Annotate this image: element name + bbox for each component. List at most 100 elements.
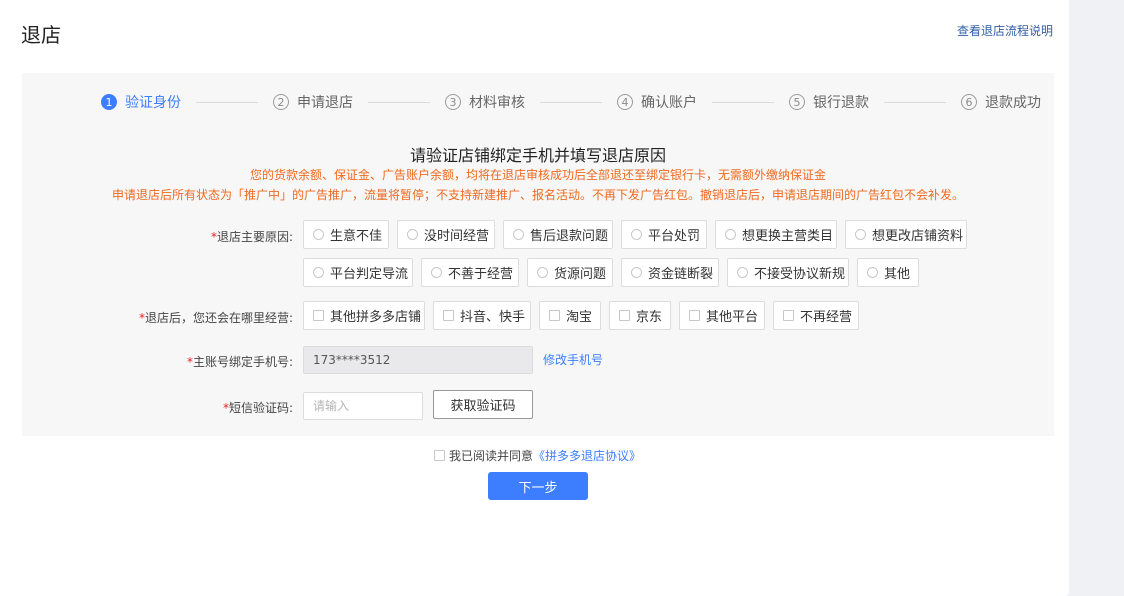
reason-option-supply-issue[interactable]: 货源问题: [527, 258, 613, 287]
step-number-badge: 3: [445, 94, 461, 110]
step-number-badge: 2: [273, 94, 289, 110]
option-label: 淘宝: [566, 310, 593, 325]
reason-label-text: 退店主要原因:: [216, 230, 293, 244]
step-label: 银行退款: [813, 95, 869, 111]
option-label: 售后退款问题: [530, 229, 609, 244]
option-label: 想更换主营类目: [742, 229, 834, 244]
step-refund-success: 6 退款成功: [961, 92, 1041, 112]
radio-icon: [855, 229, 866, 240]
phone-label-text: 主账号绑定手机号:: [192, 355, 293, 369]
radio-icon: [313, 267, 324, 278]
reason-option-no-time[interactable]: 没时间经营: [397, 220, 495, 249]
sms-code-label: *短信验证码:: [223, 399, 293, 416]
step-number-badge: 1: [101, 94, 117, 110]
reason-label: *退店主要原因:: [211, 228, 293, 245]
step-verify-identity: 1 验证身份: [101, 92, 181, 112]
radio-icon: [313, 229, 324, 240]
step-material-review: 3 材料审核: [445, 92, 525, 112]
radio-icon: [431, 267, 442, 278]
radio-icon: [725, 229, 736, 240]
checkbox-icon: [619, 310, 630, 321]
step-confirm-account: 4 确认账户: [617, 92, 697, 112]
option-label: 没时间经营: [424, 229, 490, 244]
step-connector: [540, 101, 602, 103]
refund-notice: 您的货款余额、保证金、广告账户余额，均将在退店审核成功后全部退还至绑定银行卡，无…: [249, 168, 826, 182]
process-help-link[interactable]: 查看退店流程说明: [957, 22, 1053, 39]
form-panel: 1 验证身份 2 申请退店 3 材料审核 4 确认账户 5 银行退款 6 退款成…: [22, 73, 1054, 436]
progress-steps: 1 验证身份 2 申请退店 3 材料审核 4 确认账户 5 银行退款 6 退款成…: [101, 93, 1041, 111]
reason-option-platform-penalty[interactable]: 平台处罚: [621, 220, 707, 249]
bound-phone-display: 173****3512: [303, 346, 533, 374]
future-platform-label: *退店后，您还会在哪里经营:: [139, 309, 293, 326]
step-label: 确认账户: [641, 95, 697, 111]
radio-icon: [631, 267, 642, 278]
radio-icon: [737, 267, 748, 278]
option-label: 京东: [636, 310, 663, 325]
radio-icon: [537, 267, 548, 278]
reason-option-not-good-at-business[interactable]: 不善于经营: [421, 258, 519, 287]
form-title: 请验证店铺绑定手机并填写退店原因: [409, 146, 666, 165]
reason-option-bad-business[interactable]: 生意不佳: [303, 220, 389, 249]
step-connector: [368, 101, 430, 103]
reason-option-reject-new-rules[interactable]: 不接受协议新规: [727, 258, 849, 287]
protocol-link[interactable]: 《拼多多退店协议》: [533, 447, 641, 464]
option-label: 不再经营: [800, 310, 853, 325]
modify-phone-link[interactable]: 修改手机号: [543, 351, 603, 368]
option-label: 不善于经营: [448, 267, 514, 282]
reason-option-change-store-info[interactable]: 想更改店铺资料: [845, 220, 967, 249]
future-option-taobao[interactable]: 淘宝: [539, 301, 601, 330]
step-connector: [712, 101, 774, 103]
reason-option-other[interactable]: 其他: [857, 258, 919, 287]
radio-icon: [631, 229, 642, 240]
option-label: 其他: [884, 267, 911, 282]
checkbox-icon: [443, 310, 454, 321]
future-option-douyin-kuaishou[interactable]: 抖音、快手: [433, 301, 531, 330]
step-number-badge: 6: [961, 94, 977, 110]
step-bank-refund: 5 银行退款: [789, 92, 869, 112]
option-label: 其他拼多多店铺: [330, 310, 422, 325]
step-connector: [196, 101, 258, 103]
option-label: 资金链断裂: [648, 267, 714, 282]
agreement-row: 我已阅读并同意 《拼多多退店协议》: [434, 447, 641, 464]
reason-option-change-category[interactable]: 想更换主营类目: [715, 220, 837, 249]
future-option-other-platform[interactable]: 其他平台: [679, 301, 765, 330]
future-option-stop-business[interactable]: 不再经营: [773, 301, 859, 330]
option-label: 平台判定导流: [330, 267, 409, 282]
sms-code-input[interactable]: [303, 392, 423, 420]
checkbox-icon: [549, 310, 560, 321]
reason-option-after-sales[interactable]: 售后退款问题: [503, 220, 613, 249]
option-label: 生意不佳: [330, 229, 383, 244]
phone-label: *主账号绑定手机号:: [187, 353, 293, 370]
agreement-checkbox[interactable]: [434, 450, 445, 461]
page-container: 退店 查看退店流程说明 1 验证身份 2 申请退店 3 材料审核 4 确认账户: [0, 0, 1069, 596]
step-label: 申请退店: [297, 95, 353, 111]
reason-option-traffic-diversion[interactable]: 平台判定导流: [303, 258, 413, 287]
future-option-other-pdd-store[interactable]: 其他拼多多店铺: [303, 301, 425, 330]
radio-icon: [407, 229, 418, 240]
option-label: 抖音、快手: [460, 310, 526, 325]
radio-icon: [867, 267, 878, 278]
step-label: 材料审核: [469, 95, 525, 111]
reason-option-cash-flow[interactable]: 资金链断裂: [621, 258, 719, 287]
get-code-button[interactable]: 获取验证码: [433, 390, 533, 419]
step-number-badge: 5: [789, 94, 805, 110]
checkbox-icon: [313, 310, 324, 321]
step-apply-close: 2 申请退店: [273, 92, 353, 112]
step-label: 验证身份: [125, 95, 181, 111]
option-label: 平台处罚: [648, 229, 701, 244]
sms-label-text: 短信验证码:: [228, 401, 293, 415]
future-option-jd[interactable]: 京东: [609, 301, 671, 330]
checkbox-icon: [783, 310, 794, 321]
step-label: 退款成功: [985, 95, 1041, 111]
radio-icon: [513, 229, 524, 240]
next-step-button[interactable]: 下一步: [488, 472, 588, 500]
option-label: 货源问题: [554, 267, 607, 282]
option-label: 其他平台: [706, 310, 759, 325]
option-label: 想更改店铺资料: [872, 229, 964, 244]
step-connector: [884, 101, 946, 103]
checkbox-icon: [689, 310, 700, 321]
future-label-text: 退店后，您还会在哪里经营:: [144, 311, 293, 325]
option-label: 不接受协议新规: [754, 267, 846, 282]
page-title: 退店: [21, 23, 61, 47]
promotion-notice: 申请退店后所有状态为「推广中」的广告推广，流量将暂停；不支持新建推广、报名活动。…: [111, 188, 964, 202]
